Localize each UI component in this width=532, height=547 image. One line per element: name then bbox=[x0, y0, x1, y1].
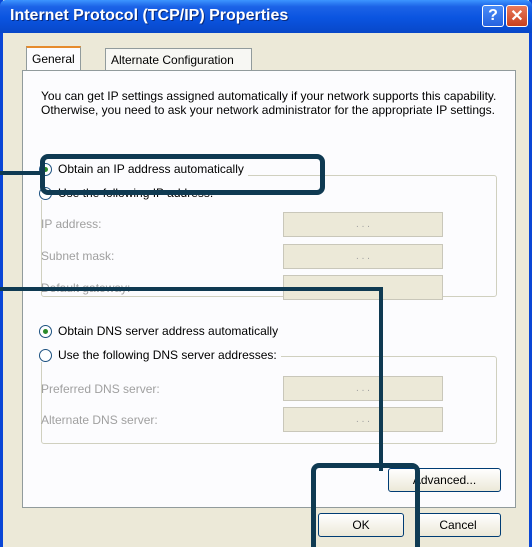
obtain-dns-auto-radio[interactable]: Obtain DNS server address automatically bbox=[39, 324, 278, 338]
window-title: Internet Protocol (TCP/IP) Properties bbox=[10, 7, 289, 24]
ip-address-input: . . . bbox=[283, 212, 443, 237]
alternate-dns-input: . . . bbox=[283, 407, 443, 432]
title-bar[interactable]: Internet Protocol (TCP/IP) Properties ? … bbox=[0, 0, 532, 33]
close-icon: ✕ bbox=[510, 8, 524, 25]
radio-unselected-icon bbox=[39, 348, 52, 362]
subnet-mask-label: Subnet mask: bbox=[41, 249, 115, 263]
callout-line-ok-vertical bbox=[379, 287, 383, 471]
cancel-button[interactable]: Cancel bbox=[415, 513, 501, 537]
tab-general[interactable]: General bbox=[26, 46, 81, 70]
ip-separator: . . . bbox=[356, 414, 370, 425]
ip-separator: . . . bbox=[356, 219, 370, 230]
use-following-dns-radio[interactable]: Use the following DNS server addresses: bbox=[39, 348, 281, 362]
use-following-dns-label: Use the following DNS server addresses: bbox=[58, 348, 277, 362]
radio-selected-icon bbox=[39, 324, 52, 338]
ip-separator: . . . bbox=[356, 383, 370, 394]
help-icon: ? bbox=[488, 7, 498, 24]
description-text: You can get IP settings assigned automat… bbox=[41, 89, 497, 117]
obtain-dns-auto-label: Obtain DNS server address automatically bbox=[58, 324, 279, 338]
subnet-mask-input: . . . bbox=[283, 244, 443, 269]
callout-line-ok-horizontal bbox=[0, 287, 383, 291]
callout-obtain-ip-highlight bbox=[40, 154, 325, 195]
callout-line-ip bbox=[0, 171, 44, 175]
close-button[interactable]: ✕ bbox=[506, 5, 528, 27]
callout-ok-highlight bbox=[311, 463, 420, 547]
ip-separator: . . . bbox=[356, 251, 370, 262]
tab-alternate-configuration[interactable]: Alternate Configuration bbox=[105, 48, 252, 70]
alternate-dns-label: Alternate DNS server: bbox=[41, 413, 158, 427]
preferred-dns-input: . . . bbox=[283, 376, 443, 401]
help-button[interactable]: ? bbox=[482, 5, 504, 27]
preferred-dns-label: Preferred DNS server: bbox=[41, 382, 160, 396]
ip-address-label: IP address: bbox=[41, 217, 102, 231]
